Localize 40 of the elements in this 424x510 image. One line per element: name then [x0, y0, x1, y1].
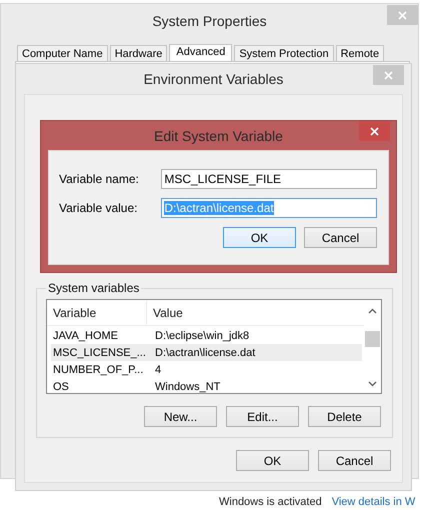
- tab[interactable]: Advanced: [169, 44, 232, 61]
- list-row[interactable]: NUMBER_OF_P... 4: [51, 361, 362, 378]
- table-cell-text: JAVA_HOME: [52, 330, 119, 342]
- details-link[interactable]: View details in W: [332, 496, 416, 508]
- window-title: System Properties: [152, 13, 267, 29]
- close-icon: [384, 70, 393, 80]
- list-row[interactable]: JAVA_HOME D:\eclipse\win_jdk8: [51, 327, 362, 344]
- close-button[interactable]: [359, 121, 390, 141]
- column-header[interactable]: Variable: [51, 301, 147, 325]
- list-row[interactable]: MSC_LICENSE_... D:\actran\license.dat: [51, 344, 362, 361]
- status-text: Windows is activated: [219, 496, 322, 508]
- group-label: System variables: [47, 281, 140, 295]
- field-label: Variable name:: [59, 172, 140, 186]
- dialog-button[interactable]: OK: [236, 450, 309, 471]
- table-cell-text: D:\actran\license.dat: [154, 346, 256, 358]
- table-cell-text: OS: [52, 380, 70, 392]
- tab[interactable]: Computer Name: [17, 45, 108, 61]
- field-label: Variable value:: [59, 201, 138, 215]
- list-row[interactable]: OS Windows_NT: [51, 378, 362, 395]
- table-cell-text: Windows_NT: [154, 380, 220, 392]
- tab[interactable]: Remote: [336, 45, 384, 61]
- dialog-button[interactable]: Cancel: [304, 227, 377, 248]
- window-title: Edit System Variable: [154, 128, 283, 144]
- input-field[interactable]: MSC_LICENSE_FILE: [161, 169, 377, 189]
- table-cell-text: 4: [154, 364, 162, 376]
- dialog-button[interactable]: Edit...: [226, 406, 299, 427]
- table-cell-text: D:\eclipse\win_jdk8: [154, 330, 250, 342]
- column-header[interactable]: Value: [147, 301, 183, 325]
- close-icon: [398, 10, 407, 20]
- tab[interactable]: System Protection: [234, 45, 334, 61]
- tab[interactable]: Hardware: [110, 45, 168, 61]
- window-title: Environment Variables: [144, 71, 284, 87]
- dialog-button[interactable]: New...: [144, 406, 217, 427]
- dialog-button[interactable]: Delete: [308, 406, 381, 427]
- scroll-thumb[interactable]: [365, 331, 380, 347]
- dialog-button[interactable]: OK: [223, 227, 296, 248]
- close-icon: [370, 126, 379, 136]
- table-cell-text: NUMBER_OF_P...: [52, 364, 144, 376]
- table-cell-text: MSC_LICENSE_...: [52, 346, 147, 358]
- dialog-button[interactable]: Cancel: [318, 450, 391, 471]
